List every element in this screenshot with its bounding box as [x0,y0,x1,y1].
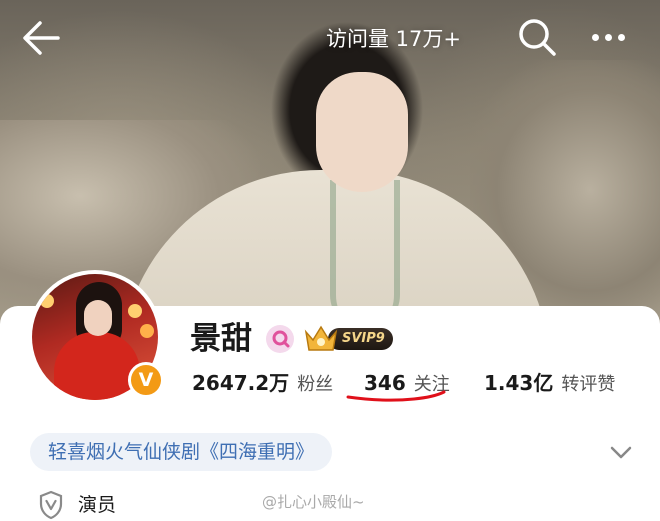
more-button[interactable] [584,18,632,56]
avatar-dress [54,332,140,400]
profile-name: 景甜 [190,321,252,357]
expand-button[interactable] [604,440,638,464]
crown-icon [304,325,338,351]
chevron-down-icon [610,446,632,459]
stat-reposts-comments-likes[interactable]: 1.43亿 转评赞 [484,366,615,402]
stat-fans[interactable]: 2647.2万 粉丝 [192,366,333,402]
avatar-face [84,300,112,336]
more-dots-icon [618,34,625,41]
verified-badge-icon: V [128,362,164,398]
back-button[interactable] [18,16,66,60]
profile-tag[interactable]: 轻喜烟火气仙侠剧《四海重明》 [30,433,333,471]
stat-label: 粉丝 [297,374,334,395]
vip-badge[interactable]: SVIP9 [302,322,400,356]
shield-icon [39,490,63,520]
stat-value: 1.43亿 [484,371,554,395]
search-icon [519,19,556,56]
stat-value: 2647.2万 [192,371,290,395]
top-bar: 访问量 17万+ [0,0,660,78]
verification-text: 演员 [78,494,117,516]
search-button[interactable] [514,14,560,60]
avatar-lanterns [40,294,54,308]
more-dots-icon [592,34,599,41]
cover-figure-face [316,72,408,192]
watermark: @扎心小殿仙~ [262,493,365,511]
stat-label: 转评赞 [561,374,616,395]
more-dots-icon [605,34,612,41]
female-icon [266,325,294,353]
visit-count: 访问量 17万+ [326,27,461,51]
back-arrow-icon [23,21,60,55]
red-underline-annotation [346,390,446,402]
